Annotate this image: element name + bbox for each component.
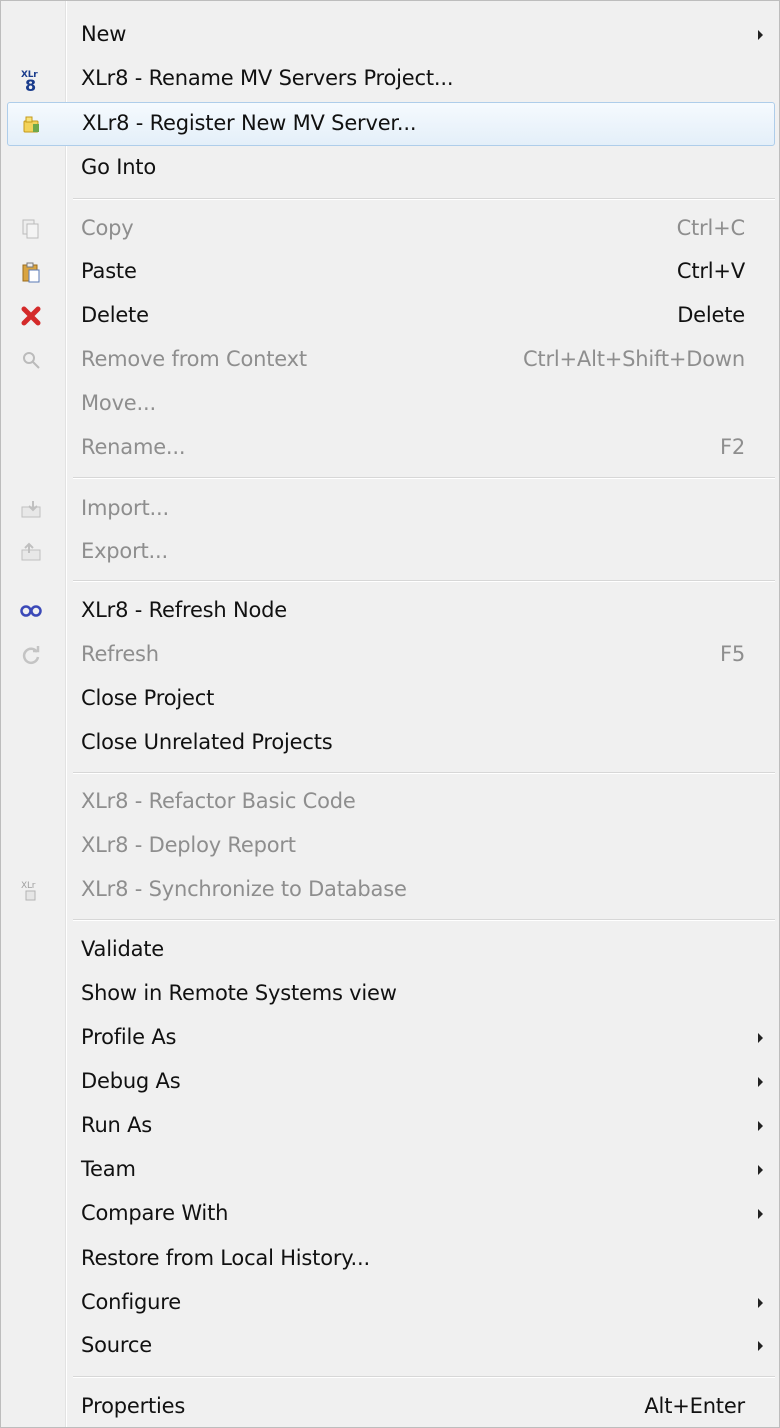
menu-item-label: XLr8 - Refresh Node	[81, 598, 287, 622]
menu-item-label: XLr8 - Synchronize to Database	[81, 877, 407, 901]
menu-item-remove-from-context[interactable]: Remove from Context Ctrl+Alt+Shift+Down	[7, 338, 775, 382]
menu-item-xlr8-rename-project[interactable]: XLr 8 XLr8 - Rename MV Servers Project..…	[7, 57, 775, 101]
submenu-arrow-icon	[758, 1121, 763, 1131]
menu-item-team[interactable]: Team	[7, 1148, 775, 1192]
paste-icon	[19, 260, 43, 284]
menu-item-xlr8-register-server[interactable]: XLr8 - Register New MV Server...	[7, 102, 775, 146]
menu-item-label: Configure	[81, 1290, 181, 1314]
menu-item-new[interactable]: New	[7, 13, 775, 57]
menu-item-label: Run As	[81, 1113, 153, 1137]
refresh-icon	[19, 643, 43, 667]
menu-item-profile-as[interactable]: Profile As	[7, 1016, 775, 1060]
menu-item-compare-with[interactable]: Compare With	[7, 1192, 775, 1236]
menu-item-refresh[interactable]: Refresh F5	[7, 633, 775, 677]
delete-icon	[19, 304, 43, 328]
svg-text:XLr: XLr	[21, 881, 36, 891]
export-icon	[19, 540, 43, 564]
menu-item-properties[interactable]: Properties Alt+Enter	[7, 1385, 775, 1427]
menu-item-label: XLr8 - Deploy Report	[81, 833, 296, 857]
menu-item-label: Show in Remote Systems view	[81, 981, 397, 1005]
menu-item-close-project[interactable]: Close Project	[7, 677, 775, 721]
refresh-node-icon	[19, 599, 43, 623]
menu-item-close-unrelated-projects[interactable]: Close Unrelated Projects	[7, 721, 775, 765]
menu-item-label: Restore from Local History...	[81, 1246, 370, 1270]
menu-item-label: Remove from Context	[81, 347, 307, 371]
menu-item-label: Import...	[81, 496, 169, 520]
menu-item-xlr8-deploy-report[interactable]: XLr8 - Deploy Report	[7, 824, 775, 868]
submenu-arrow-icon	[758, 1298, 763, 1308]
menu-separator	[73, 1376, 775, 1378]
menu-item-shortcut: F5	[719, 642, 745, 666]
menu-separator	[73, 198, 775, 200]
menu-item-restore-local-history[interactable]: Restore from Local History...	[7, 1237, 775, 1281]
menu-item-label: Rename...	[81, 435, 186, 459]
menu-item-xlr8-refactor-basic-code[interactable]: XLr8 - Refactor Basic Code	[7, 780, 775, 824]
submenu-arrow-icon	[758, 1341, 763, 1351]
menu-item-label: Compare With	[81, 1201, 229, 1225]
menu-item-label: Close Unrelated Projects	[81, 730, 333, 754]
menu-item-shortcut: F2	[719, 435, 745, 459]
xlr8-icon: XLr 8	[19, 67, 43, 95]
menu-item-label: XLr8 - Register New MV Server...	[82, 111, 417, 135]
remove-context-icon	[19, 348, 43, 372]
menu-item-label: Paste	[81, 259, 137, 283]
menu-separator	[73, 919, 775, 921]
menu-item-label: Go Into	[81, 155, 156, 179]
menu-item-label: XLr8 - Refactor Basic Code	[81, 789, 356, 813]
submenu-arrow-icon	[758, 1077, 763, 1087]
menu-item-shortcut: Delete	[677, 303, 745, 327]
menu-item-label: Team	[81, 1157, 136, 1181]
menu-item-debug-as[interactable]: Debug As	[7, 1060, 775, 1104]
menu-item-label: Export...	[81, 539, 168, 563]
menu-item-validate[interactable]: Validate	[7, 928, 775, 972]
svg-text:8: 8	[25, 76, 36, 93]
menu-item-import[interactable]: Import...	[7, 487, 775, 531]
menu-item-label: Validate	[81, 937, 165, 961]
menu-item-shortcut: Ctrl+C	[676, 216, 746, 240]
menu-item-go-into[interactable]: Go Into	[7, 146, 775, 190]
menu-item-shortcut: Alt+Enter	[644, 1394, 745, 1418]
register-server-icon	[20, 113, 44, 137]
menu-item-label: Debug As	[81, 1069, 181, 1093]
menu-item-paste[interactable]: Paste Ctrl+V	[7, 250, 775, 294]
menu-item-rename[interactable]: Rename... F2	[7, 426, 775, 470]
menu-item-shortcut: Ctrl+Alt+Shift+Down	[522, 347, 745, 371]
menu-item-label: Properties	[81, 1394, 186, 1418]
copy-icon	[19, 217, 43, 241]
import-icon	[19, 497, 43, 521]
menu-item-configure[interactable]: Configure	[7, 1281, 775, 1325]
menu-item-shortcut: Ctrl+V	[676, 259, 745, 283]
submenu-arrow-icon	[758, 30, 763, 40]
menu-item-move[interactable]: Move...	[7, 382, 775, 426]
menu-separator	[73, 772, 775, 774]
submenu-arrow-icon	[758, 1033, 763, 1043]
menu-item-label: Move...	[81, 391, 156, 415]
menu-item-label: Copy	[81, 216, 134, 240]
menu-separator	[73, 477, 775, 479]
menu-item-label: Source	[81, 1333, 152, 1357]
menu-item-xlr8-synchronize-database[interactable]: XLr XLr8 - Synchronize to Database	[7, 868, 775, 912]
menu-item-label: Profile As	[81, 1025, 177, 1049]
menu-separator	[73, 580, 775, 582]
menu-item-source[interactable]: Source	[7, 1324, 775, 1368]
menu-item-label: Close Project	[81, 686, 215, 710]
context-menu: New XLr 8 XLr8 - Rename MV Servers Proje…	[0, 0, 780, 1428]
submenu-arrow-icon	[758, 1165, 763, 1175]
menu-item-run-as[interactable]: Run As	[7, 1104, 775, 1148]
menu-item-show-in-remote-systems[interactable]: Show in Remote Systems view	[7, 972, 775, 1016]
menu-item-label: XLr8 - Rename MV Servers Project...	[81, 66, 454, 90]
menu-item-label: Refresh	[81, 642, 159, 666]
menu-item-export[interactable]: Export...	[7, 530, 775, 574]
menu-item-xlr8-refresh-node[interactable]: XLr8 - Refresh Node	[7, 589, 775, 633]
menu-item-copy[interactable]: Copy Ctrl+C	[7, 207, 775, 251]
menu-item-label: Delete	[81, 303, 149, 327]
menu-item-delete[interactable]: Delete Delete	[7, 294, 775, 338]
menu-item-label: New	[81, 22, 127, 46]
submenu-arrow-icon	[758, 1209, 763, 1219]
xlr8-sync-icon: XLr	[19, 878, 43, 902]
